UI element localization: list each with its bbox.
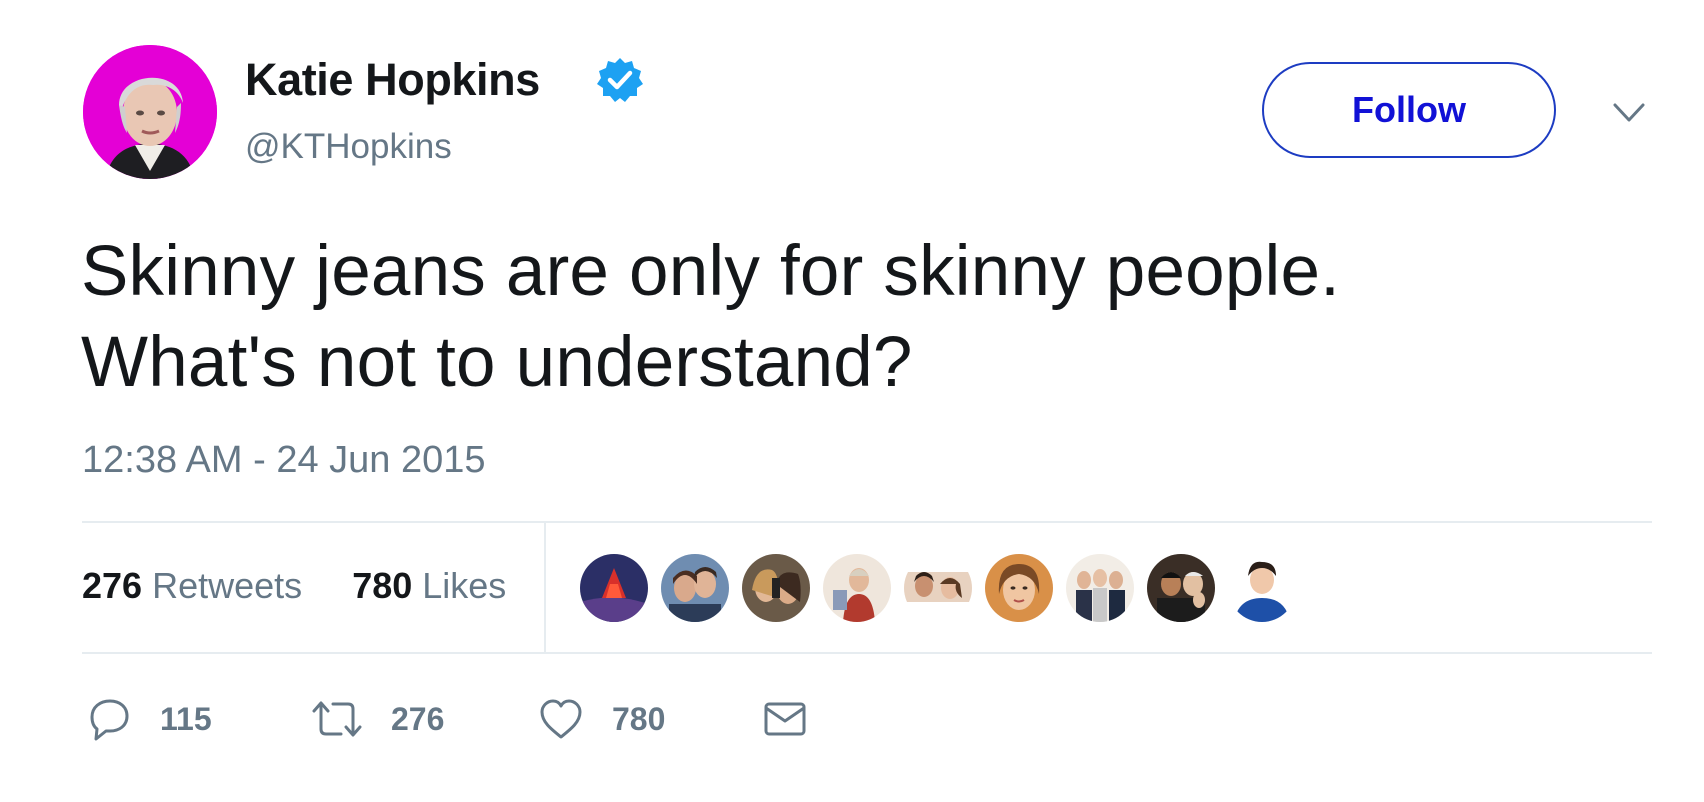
liker-avatar[interactable] [985, 554, 1053, 622]
heart-icon [540, 699, 582, 739]
liker-avatar[interactable] [580, 554, 648, 622]
tweet-timestamp[interactable]: 12:38 AM - 24 Jun 2015 [82, 437, 486, 483]
retweet-icon [312, 701, 362, 737]
retweets-label: Retweets [152, 565, 303, 606]
retweets-count: 276 [82, 565, 143, 606]
likes-count: 780 [352, 565, 413, 606]
liker-avatar[interactable] [904, 554, 972, 622]
verified-badge-icon [597, 58, 643, 102]
divider [82, 521, 1652, 523]
liker-avatar[interactable] [1147, 554, 1215, 622]
tweet-line-1: Skinny jeans are only for skinny people. [81, 232, 1341, 311]
like-count: 780 [612, 700, 666, 737]
tweet-text: Skinny jeans are only for skinny people.… [81, 226, 1581, 408]
display-name[interactable]: Katie Hopkins [245, 52, 540, 108]
likes-stat[interactable]: 780 Likes [342, 565, 506, 606]
retweet-count: 276 [391, 700, 445, 737]
envelope-icon [764, 702, 806, 736]
liker-avatar[interactable] [661, 554, 729, 622]
user-avatar[interactable] [83, 45, 217, 179]
retweet-action[interactable]: 276 [311, 694, 444, 744]
reply-action[interactable]: 115 [86, 694, 212, 744]
chevron-down-icon[interactable] [1612, 100, 1646, 126]
reply-count: 115 [160, 700, 212, 737]
vertical-divider [544, 523, 546, 652]
user-handle[interactable]: @KTHopkins [245, 124, 452, 170]
liker-avatar[interactable] [1066, 554, 1134, 622]
reply-icon [90, 699, 129, 741]
liker-avatars [580, 554, 1296, 622]
divider [82, 652, 1652, 654]
liker-avatar[interactable] [742, 554, 810, 622]
liker-avatar[interactable] [823, 554, 891, 622]
tweet-stats: 276 Retweets 780 Likes [82, 563, 506, 609]
direct-message-action[interactable] [762, 694, 808, 744]
follow-button[interactable]: Follow [1262, 62, 1556, 158]
like-action[interactable]: 780 [538, 694, 665, 744]
retweets-stat[interactable]: 276 Retweets [82, 565, 312, 606]
tweet-line-2: What's not to understand? [81, 323, 913, 402]
liker-avatar[interactable] [1228, 554, 1296, 622]
likes-label: Likes [422, 565, 507, 606]
